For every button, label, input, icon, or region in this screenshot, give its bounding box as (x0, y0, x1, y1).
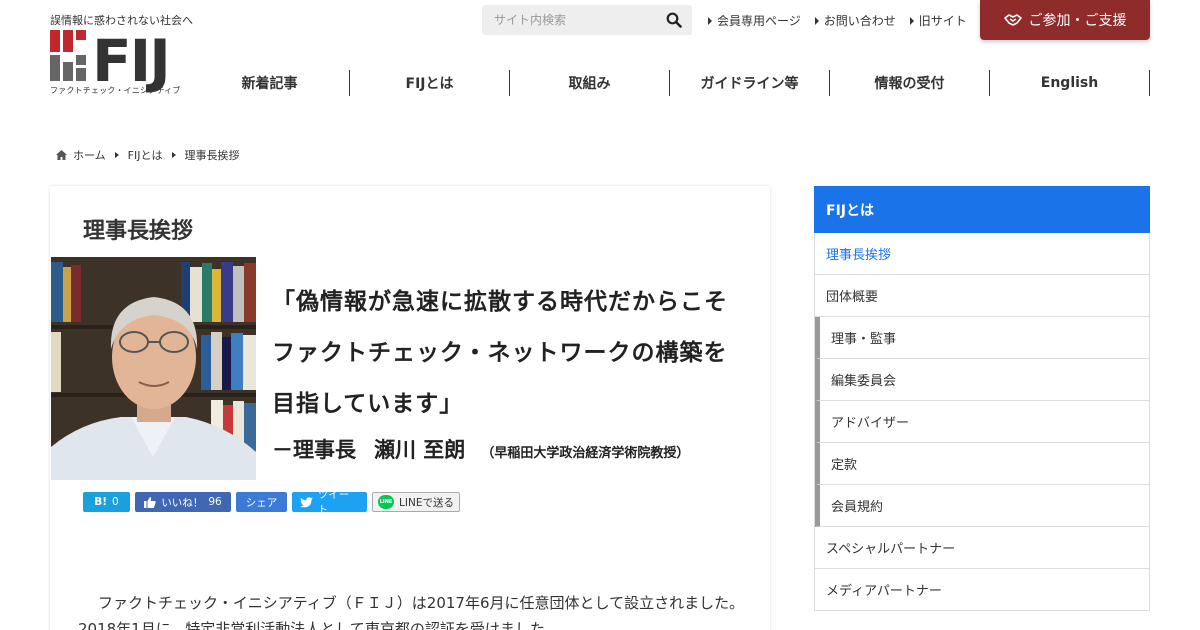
article-card: 理事長挨拶 「偽情報が急速に拡散する時代だからこそ ファクトチェック・ネットワー… (50, 186, 770, 630)
members-page-label: 会員専用ページ (717, 14, 801, 28)
nav-item-activities[interactable]: 取組み (510, 70, 670, 96)
twitter-bird-icon (300, 496, 313, 507)
nav-item-about[interactable]: FIJとは (350, 70, 510, 96)
sidebar: FIJとは 理事長挨拶 団体概要 理事・監事 編集委員会 アドバイザー 定款 会… (814, 186, 1150, 611)
facebook-share-label: シェア (245, 496, 278, 509)
site-search (482, 5, 692, 35)
chevron-right-icon (171, 152, 176, 158)
line-share-label: LINEで送る (399, 496, 454, 509)
caret-right-icon (909, 16, 914, 25)
top-links: 会員専用ページ お問い合わせ 旧サイト (708, 12, 967, 29)
sidebar-item-member-rules[interactable]: 会員規約 (815, 485, 1149, 527)
sidebar-menu: 理事長挨拶 団体概要 理事・監事 編集委員会 アドバイザー 定款 会員規約 スペ… (814, 233, 1150, 611)
global-nav: 新着記事 FIJとは 取組み ガイドライン等 情報の受付 English (190, 70, 1150, 96)
logo-subtitle: ファクトチェック・イニシアティブ (50, 86, 181, 95)
sidebar-item-chairman-greeting[interactable]: 理事長挨拶 (815, 233, 1149, 275)
search-icon[interactable] (666, 12, 682, 28)
signature-name: 瀬川 至朗 (374, 437, 466, 462)
facebook-like-count: 96 (208, 496, 222, 508)
members-page-link[interactable]: 会員専用ページ (708, 12, 801, 29)
search-input[interactable] (482, 5, 652, 35)
facebook-share-button[interactable]: シェア (236, 492, 287, 512)
hatena-bookmark-button[interactable]: B! 0 (83, 492, 130, 512)
nav-item-reports[interactable]: 情報の受付 (830, 70, 990, 96)
signature-role: －理事長 (272, 437, 356, 462)
hatena-count: 0 (112, 496, 119, 508)
chairman-signature: －理事長 瀬川 至朗 （早稲田大学政治経済学術院教授） (272, 434, 689, 464)
caret-right-icon (708, 16, 712, 25)
sidebar-item-directors[interactable]: 理事・監事 (815, 317, 1149, 359)
old-site-link[interactable]: 旧サイト (909, 12, 967, 29)
caret-right-icon (814, 16, 819, 25)
breadcrumb-current: 理事長挨拶 (184, 149, 240, 162)
breadcrumb: ホーム FIJとは 理事長挨拶 (56, 147, 240, 163)
chairman-quote: 「偽情報が急速に拡散する時代だからこそ ファクトチェック・ネットワークの構築を … (272, 276, 728, 429)
line-icon: LINE (378, 495, 395, 509)
chevron-right-icon (114, 152, 119, 158)
quote-line-3: 目指しています」 (272, 390, 464, 417)
article-body: ファクトチェック・イニシアティブ（ＦＩＪ）は2017年6月に任意団体として設立さ… (78, 594, 745, 630)
sidebar-item-articles[interactable]: 定款 (815, 443, 1149, 485)
hatena-icon: B! (94, 496, 108, 508)
quote-line-1: 「偽情報が急速に拡散する時代だからこそ (272, 288, 728, 315)
contact-link[interactable]: お問い合わせ (814, 12, 896, 29)
facebook-like-label: いいね！ (161, 496, 204, 509)
sidebar-item-special-partners[interactable]: スペシャルパートナー (815, 527, 1149, 569)
share-buttons: B! 0 いいね！ 96 シェア ツイート LINE LINEで送る (83, 489, 460, 516)
sidebar-item-media-partners[interactable]: メディアパートナー (815, 569, 1149, 611)
sidebar-item-editorial-committee[interactable]: 編集委員会 (815, 359, 1149, 401)
nav-item-english[interactable]: English (990, 70, 1150, 96)
thumbs-up-icon (144, 496, 157, 508)
contact-label: お問い合わせ (823, 14, 896, 28)
breadcrumb-home[interactable]: ホーム (73, 147, 106, 163)
join-support-button[interactable]: ご参加・ご支援 (980, 0, 1150, 40)
home-icon (56, 150, 67, 160)
tweet-button[interactable]: ツイート (292, 489, 367, 516)
site-tagline: 誤情報に惑わされない社会へ (50, 14, 193, 27)
breadcrumb-about[interactable]: FIJとは (128, 147, 163, 163)
quote-line-2: ファクトチェック・ネットワークの構築を (272, 339, 728, 366)
sidebar-heading: FIJとは (814, 186, 1150, 233)
page-title: 理事長挨拶 (83, 219, 194, 244)
facebook-like-button[interactable]: いいね！ 96 (135, 492, 231, 512)
sidebar-item-advisors[interactable]: アドバイザー (815, 401, 1149, 443)
join-support-label: ご参加・ご支援 (1028, 13, 1127, 29)
handshake-icon (1003, 14, 1022, 26)
chairman-photo (51, 257, 256, 480)
sidebar-item-overview[interactable]: 団体概要 (815, 275, 1149, 317)
tweet-label: ツイート (317, 489, 350, 516)
nav-item-news[interactable]: 新着記事 (190, 70, 350, 96)
old-site-label: 旧サイト (918, 14, 967, 28)
signature-affiliation: （早稲田大学政治経済学術院教授） (481, 446, 690, 461)
nav-item-guidelines[interactable]: ガイドライン等 (670, 70, 830, 96)
line-share-button[interactable]: LINE LINEで送る (372, 492, 460, 512)
